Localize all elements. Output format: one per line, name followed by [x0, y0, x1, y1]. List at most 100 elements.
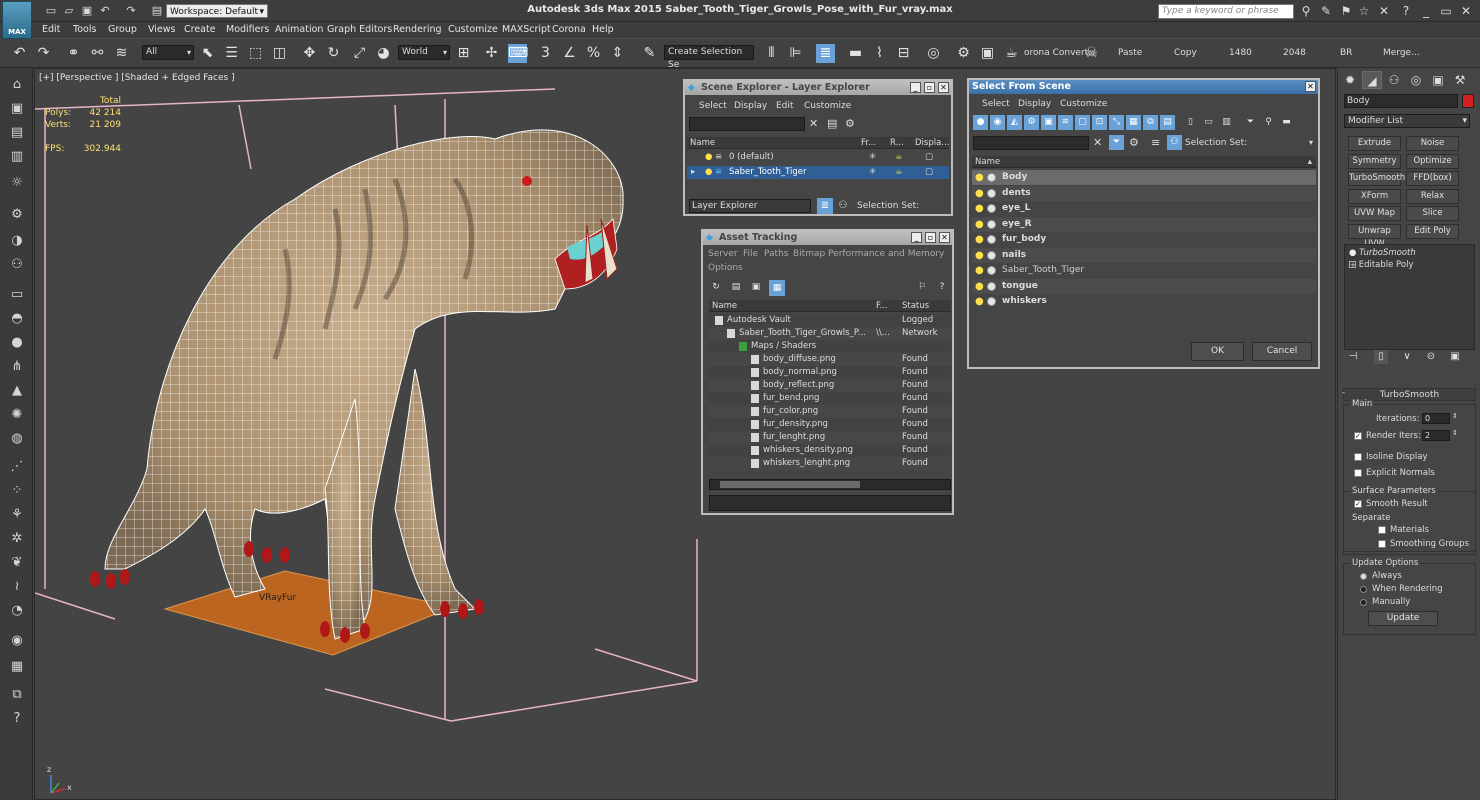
display-invert-icon[interactable]: ▥ — [1219, 115, 1234, 130]
freeze-icon[interactable]: ✳ — [869, 166, 876, 179]
modifier-button-unwrap-uvw[interactable]: Unwrap UVW — [1348, 223, 1401, 249]
menu-rendering[interactable]: Rendering — [393, 24, 442, 35]
stack-item-editable-poly[interactable]: + Editable Poly — [1349, 260, 1413, 270]
helper-icon[interactable]: ◑ — [8, 232, 26, 250]
scene-object-row[interactable]: ● dents — [972, 185, 1316, 201]
stack-item-turbosmooth[interactable]: ● TurboSmooth — [1349, 248, 1416, 258]
material-editor-icon[interactable]: ◎ — [924, 44, 943, 63]
display-cameras-icon[interactable]: ⚙ — [1024, 115, 1039, 130]
freeze-icon[interactable]: ✳ — [869, 151, 876, 164]
sort-by-layer-icon[interactable]: ≣ — [817, 198, 833, 214]
asset-path-input[interactable] — [709, 495, 951, 511]
clear-search-icon[interactable]: ✕ — [1093, 136, 1102, 149]
layer-options-icon[interactable]: ⚙ — [845, 117, 855, 130]
asset-row[interactable]: body_diffuse.png Found — [709, 353, 951, 366]
update-button[interactable]: Update — [1368, 611, 1438, 626]
snaps-toggle-icon[interactable]: 3 — [536, 44, 555, 63]
lightbulb-icon[interactable]: ● — [705, 151, 712, 164]
explorer-type-dropdown[interactable]: Layer Explorer — [689, 199, 811, 213]
scene-object-row[interactable]: ● nails — [972, 247, 1316, 263]
remove-modifier-icon[interactable]: ⊝ — [1424, 350, 1438, 364]
gear-icon[interactable]: ✲ — [8, 530, 26, 548]
help-icon[interactable]: ? — [935, 280, 949, 294]
close-icon[interactable]: ✕ — [1305, 81, 1316, 92]
select-manipulate-icon[interactable]: ✢ — [482, 44, 501, 63]
edit-named-selection-icon[interactable]: ✎ — [640, 44, 659, 63]
layer-explorer-icon[interactable]: ≣ — [816, 44, 835, 63]
display-spacewarps-icon[interactable]: ≋ — [1058, 115, 1073, 130]
menu-options[interactable]: Options — [708, 263, 743, 273]
hierarchy-icon[interactable]: ⚘ — [8, 506, 26, 524]
display-none-icon[interactable]: ▭ — [1201, 115, 1216, 130]
list-view-icon[interactable]: ▤ — [729, 280, 743, 294]
collapse-minus-icon[interactable]: - — [1342, 388, 1345, 398]
display-hidden-icon[interactable]: ▤ — [1160, 115, 1175, 130]
communication-icon[interactable]: ⚑ — [1338, 4, 1354, 18]
create-tab-icon[interactable]: ✹ — [1340, 71, 1360, 89]
menu-help[interactable]: Help — [592, 24, 614, 35]
light-icon[interactable]: ☼ — [8, 174, 26, 192]
rectangular-selection-icon[interactable]: ⬚ — [246, 44, 265, 63]
display-helpers-icon[interactable]: ▣ — [1041, 115, 1056, 130]
render-sphere-icon[interactable]: ◉ — [8, 632, 26, 650]
film-icon[interactable]: ⚇ — [8, 256, 26, 274]
asset-row[interactable]: whiskers_density.png Found — [709, 444, 951, 457]
render-teapot-icon[interactable]: ☕ — [895, 151, 903, 164]
lightbulb-icon[interactable]: ● — [975, 201, 984, 216]
disc-icon[interactable]: ◍ — [8, 430, 26, 448]
paste-button[interactable]: Paste — [1118, 48, 1142, 58]
modifier-button-xform[interactable]: XForm — [1348, 188, 1401, 204]
modifier-button-edit-poly[interactable]: Edit Poly — [1406, 223, 1459, 239]
dome-icon[interactable]: ◓ — [8, 310, 26, 328]
scene-object-row[interactable]: ● tongue — [972, 278, 1316, 294]
options-gear-icon[interactable]: ⚙ — [1129, 136, 1139, 149]
expand-arrow-icon[interactable]: ▸ — [691, 166, 695, 179]
rotate-icon[interactable]: ↻ — [324, 44, 343, 63]
scrollbar-thumb[interactable] — [720, 481, 860, 488]
refresh-icon[interactable]: ↻ — [709, 280, 723, 294]
corona-convert-button[interactable]: orona Convert — [1024, 48, 1088, 58]
display-box-icon[interactable]: ▢ — [925, 151, 933, 164]
vrayfur-plane[interactable] — [163, 570, 455, 656]
schematic-view-icon[interactable]: ⊟ — [894, 44, 913, 63]
restore-icon[interactable]: ▭ — [1438, 4, 1454, 18]
plane-icon[interactable]: ▭ — [8, 286, 26, 304]
modifier-stack[interactable]: ● TurboSmooth + Editable Poly — [1344, 244, 1475, 350]
hierarchy-icon[interactable]: ⚇ — [835, 198, 851, 214]
display-groups-icon[interactable]: ▢ — [1075, 115, 1090, 130]
copy-button[interactable]: Copy — [1174, 48, 1197, 58]
shell-icon[interactable]: ◔ — [8, 602, 26, 620]
app-logo-button[interactable]: MAX — [2, 1, 32, 39]
asset-row[interactable]: fur_density.png Found — [709, 418, 951, 431]
binoculars-icon[interactable]: ⚲ — [1298, 4, 1314, 18]
graphite-modeling-icon[interactable]: ⌂ — [8, 76, 26, 94]
find-icon[interactable]: ▤ — [827, 117, 837, 130]
modifier-button-ffd-box-[interactable]: FFD(box) — [1406, 171, 1459, 186]
minimize-icon[interactable]: _ — [911, 232, 922, 243]
minimize-icon[interactable]: _ — [910, 82, 921, 93]
search-input[interactable]: Type a keyword or phrase — [1158, 4, 1294, 19]
lightbulb-icon[interactable]: ● — [975, 263, 984, 278]
render-teapot-icon[interactable]: ☕ — [1002, 44, 1021, 63]
expand-plus-icon[interactable]: + — [1349, 261, 1356, 269]
freeform-icon[interactable]: ▣ — [8, 100, 26, 118]
collapse-icon[interactable]: ▬ — [1279, 115, 1294, 130]
asset-row[interactable]: body_normal.png Found — [709, 366, 951, 379]
height-preset-button[interactable]: 2048 — [1283, 48, 1306, 58]
modify-tab-icon[interactable]: ◢ — [1362, 71, 1382, 89]
filter-funnel-icon[interactable]: ⏷ — [1109, 135, 1124, 150]
menu-customize[interactable]: Customize — [448, 24, 498, 35]
scene-object-row[interactable]: ● whiskers — [972, 294, 1316, 309]
server-status-icon[interactable]: ⚐ — [915, 280, 929, 294]
col-name[interactable]: Name — [712, 300, 737, 312]
render-iters-spinner[interactable]: 2 — [1422, 430, 1450, 441]
exchange-icon[interactable]: ✕ — [1376, 4, 1392, 18]
layer-explorer-titlebar[interactable]: ◆ Scene Explorer - Layer Explorer _ ▫ ✕ — [685, 81, 951, 95]
modifier-button-uvw-map[interactable]: UVW Map — [1348, 206, 1401, 221]
modifier-button-noise[interactable]: Noise — [1406, 136, 1459, 151]
named-selection-set-dropdown[interactable]: Create Selection Se — [664, 45, 754, 70]
save-icon[interactable]: ▣ — [80, 4, 94, 17]
selection-set-label[interactable]: Selection Set: — [1185, 138, 1247, 148]
when-rendering-radio[interactable] — [1360, 586, 1367, 593]
favorites-star-icon[interactable]: ☆ — [1356, 4, 1372, 18]
